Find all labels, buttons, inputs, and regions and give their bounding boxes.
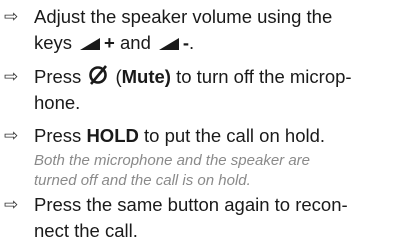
step-text: Adjust the speaker volume using the keys… (34, 4, 394, 56)
press-word: Press (34, 66, 82, 87)
step-text: Press HOLD to put the call on hold. (34, 123, 394, 149)
instruction-list: ⇨ Adjust the speaker volume using the ke… (0, 0, 404, 246)
press-word: Press (34, 125, 82, 146)
step-mute: ⇨ Press (Mute) to turn off the microp- h… (4, 64, 394, 116)
arrow-icon: ⇨ (4, 67, 19, 87)
step-line: hone. (34, 92, 81, 113)
arrow-icon: ⇨ (4, 195, 19, 215)
step-line: Adjust the speaker volume using the (34, 6, 333, 27)
hold-key-label: HOLD (86, 125, 139, 146)
hold-note: Both the microphone and the speaker are … (34, 151, 394, 191)
step-line: to put the call on hold. (144, 125, 326, 146)
keys-word: keys (34, 32, 73, 53)
step-adjust-volume: ⇨ Adjust the speaker volume using the ke… (4, 4, 394, 56)
key-plus: + (104, 32, 115, 53)
step-line: Press the same button again to recon- (34, 194, 348, 215)
step-hold: ⇨ Press HOLD to put the call on hold. (4, 123, 394, 149)
step-reconnect: ⇨ Press the same button again to recon- … (4, 192, 394, 244)
arrow-icon: ⇨ (4, 7, 19, 27)
volume-wedge-icon (80, 38, 101, 50)
step-text: Press the same button again to recon- ne… (34, 192, 394, 244)
arrow-icon: ⇨ (4, 126, 19, 146)
note-line: Both the microphone and the speaker are (34, 152, 311, 169)
step-line: nect the call. (34, 220, 138, 241)
step-text: Press (Mute) to turn off the microp- hon… (34, 64, 394, 116)
note-line: turned off and the call is on hold. (34, 172, 251, 189)
mute-key-label: Mute) (121, 66, 171, 87)
connector-word: and (120, 32, 151, 53)
sentence-end: . (189, 32, 195, 53)
volume-wedge-icon (158, 38, 179, 50)
step-line: to turn off the microp- (176, 66, 352, 87)
mute-slashed-circle-icon (89, 65, 108, 85)
